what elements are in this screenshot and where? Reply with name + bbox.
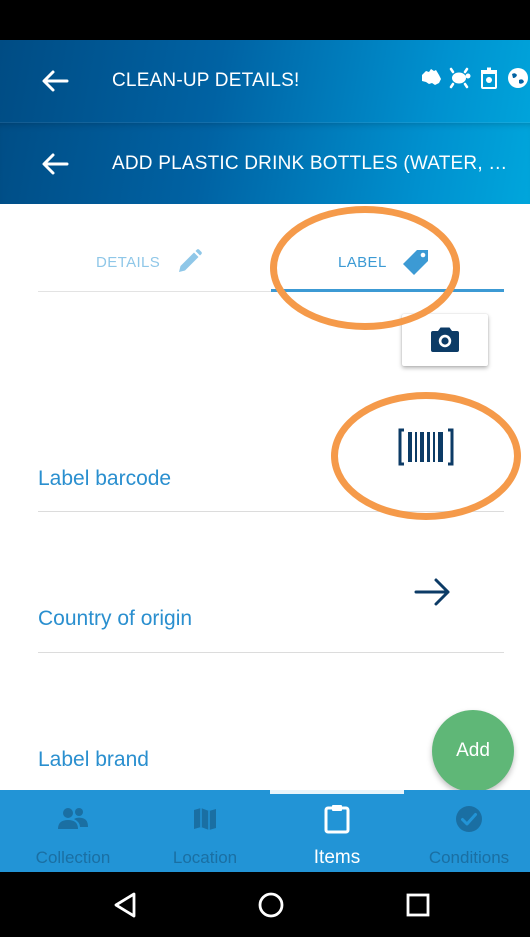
nav-item-items[interactable]: Items <box>271 790 403 872</box>
system-navigation-bar <box>0 872 530 937</box>
arrow-left-icon <box>42 70 69 92</box>
square-recents-icon <box>406 893 430 917</box>
clipboard-icon <box>321 804 353 834</box>
camera-icon <box>431 327 459 352</box>
people-icon <box>57 804 89 834</box>
barcode-scan-button[interactable] <box>395 425 457 469</box>
header-row-sub: ADD PLASTIC DRINK BOTTLES (WATER, JUICE,… <box>0 122 530 204</box>
add-button[interactable]: Add <box>432 710 514 792</box>
map-icon <box>189 804 221 834</box>
globe-icon <box>506 66 530 90</box>
circle-home-icon <box>258 892 284 918</box>
system-back-button[interactable] <box>110 890 140 920</box>
tab-label[interactable]: LABEL <box>338 232 431 292</box>
country-select-button[interactable] <box>411 572 455 612</box>
tab-label-label: LABEL <box>338 253 387 271</box>
header-icons <box>419 66 530 90</box>
arrow-left-icon <box>42 153 69 174</box>
nav-location-label: Location <box>172 848 238 867</box>
check-circle-icon <box>453 804 485 834</box>
header-subtitle: ADD PLASTIC DRINK BOTTLES (WATER, JUICE,… <box>112 152 510 174</box>
header-title: CLEAN-UP DETAILS! <box>112 70 300 91</box>
nav-item-location[interactable]: Location <box>139 790 271 872</box>
bin-icon <box>477 66 501 90</box>
australia-icon <box>419 66 443 90</box>
arrow-right-icon <box>414 578 450 606</box>
pencil-icon <box>174 247 204 277</box>
nav-item-collection[interactable]: Collection <box>7 790 139 872</box>
system-home-button[interactable] <box>256 890 286 920</box>
sub-back-button[interactable] <box>38 147 72 181</box>
header-row-main: CLEAN-UP DETAILS! <box>0 40 530 122</box>
status-bar <box>0 0 530 40</box>
app-header: CLEAN-UP DETAILS! ADD PLASTIC DRINK BOTT… <box>0 40 530 204</box>
nav-collection-label: Collection <box>35 848 111 867</box>
tab-details[interactable]: DETAILS <box>96 232 204 292</box>
barcode-icon <box>398 428 454 466</box>
bottom-navigation: Collection Location Items Conditions <box>0 790 530 872</box>
tab-indicator <box>271 289 504 292</box>
triangle-back-icon <box>114 892 136 918</box>
system-recents-button[interactable] <box>403 890 433 920</box>
tag-icon <box>401 247 431 277</box>
back-button[interactable] <box>38 64 72 98</box>
nav-item-conditions[interactable]: Conditions <box>403 790 530 872</box>
tab-details-label: DETAILS <box>96 253 161 271</box>
tab-bar: DETAILS LABEL <box>38 232 504 292</box>
turtle-icon <box>448 66 472 90</box>
country-of-origin-label: Country of origin <box>38 607 193 630</box>
label-brand-label: Label brand <box>38 748 149 771</box>
nav-items-label: Items <box>313 847 361 868</box>
nav-conditions-label: Conditions <box>428 848 510 867</box>
camera-button[interactable] <box>402 314 488 366</box>
label-barcode-label: Label barcode <box>38 467 172 490</box>
